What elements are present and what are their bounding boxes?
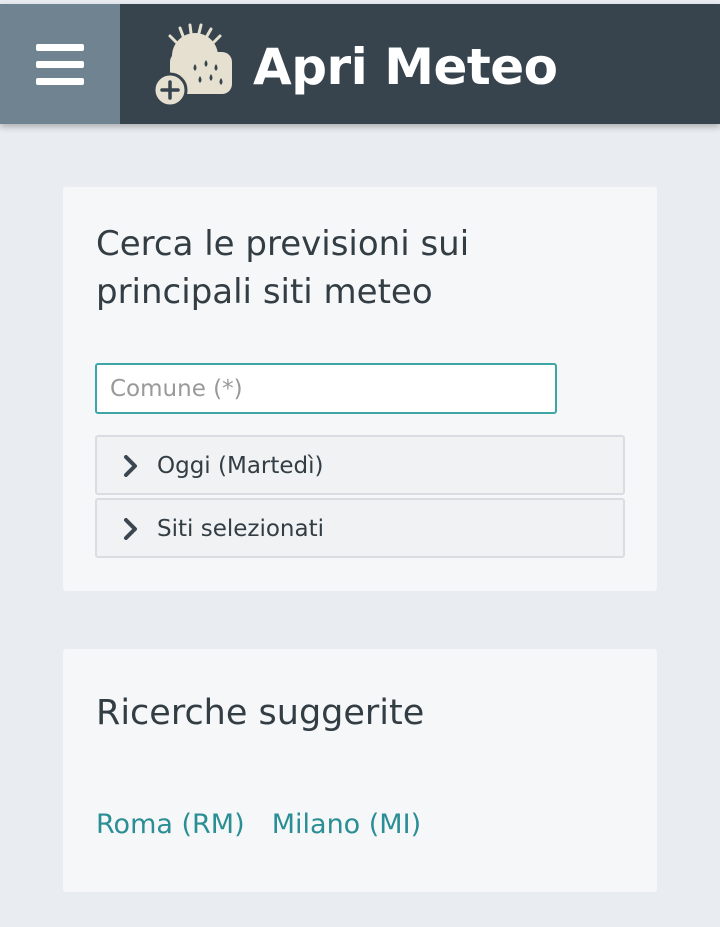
- search-card-title: Cerca le previsioni sui principali siti …: [96, 224, 470, 312]
- suggested-searches-card: Ricerche suggerite Roma (RM) Milano (MI): [63, 649, 657, 892]
- menu-button[interactable]: [0, 4, 120, 124]
- app-title: Apri Meteo: [253, 38, 558, 96]
- chevron-right-icon: [124, 455, 137, 477]
- suggested-links: Roma (RM) Milano (MI): [96, 809, 443, 840]
- suggested-link-roma[interactable]: Roma (RM): [96, 809, 245, 840]
- accordion-oggi-label: Oggi (Martedì): [157, 453, 324, 479]
- comune-field-wrapper: [95, 363, 557, 414]
- accordion-siti-selezionati-label: Siti selezionati: [157, 516, 324, 542]
- chevron-right-icon: [124, 518, 137, 540]
- suggested-link-milano[interactable]: Milano (MI): [272, 809, 421, 840]
- search-card: Cerca le previsioni sui principali siti …: [63, 187, 657, 591]
- weather-sun-rain-icon: [152, 23, 232, 108]
- comune-input[interactable]: [97, 365, 555, 412]
- app-header: Apri Meteo: [0, 4, 720, 124]
- accordion-siti-selezionati[interactable]: Siti selezionati: [95, 498, 625, 558]
- suggested-searches-title: Ricerche suggerite: [96, 693, 425, 733]
- accordion-oggi[interactable]: Oggi (Martedì): [95, 435, 625, 495]
